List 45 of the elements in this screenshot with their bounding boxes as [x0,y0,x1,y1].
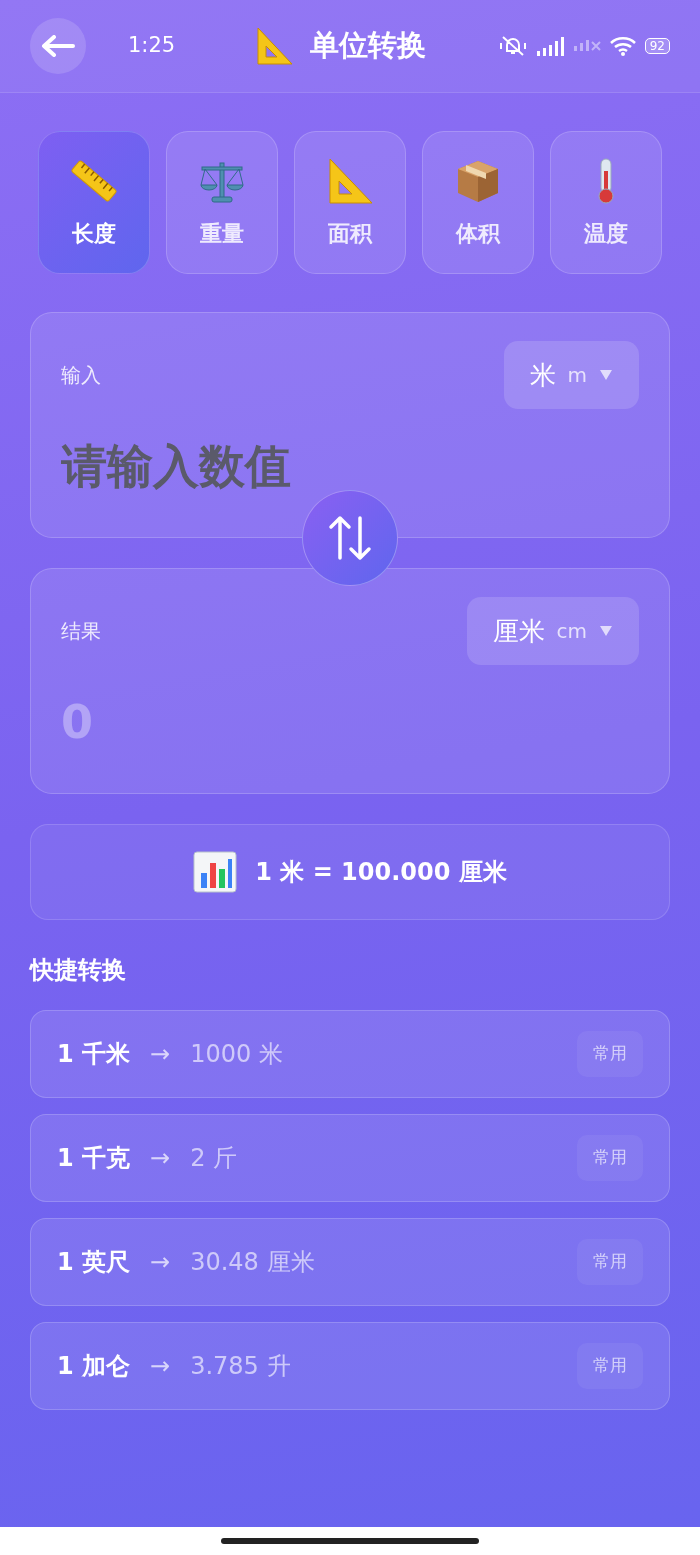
quick-conversion-row[interactable]: 1 加仑 → 3.785 升 常用 [30,1322,670,1410]
arrow-text: → [150,1351,171,1382]
no-signal-icon [572,40,601,52]
category-tab[interactable]: 长度 [38,131,150,274]
section-title: 快捷转换 [30,955,127,986]
swap-arrows-icon [328,514,372,562]
category-tab[interactable]: 温度 [550,131,662,274]
quick-conversion-row[interactable]: 1 英尺 → 30.48 厘米 常用 [30,1218,670,1306]
input-label: 输入 [61,362,101,389]
status-time: 1:25 [128,32,177,60]
conversion-from: 1 千米 [57,1039,131,1070]
wifi-icon [608,35,637,57]
arrow-text: → [150,1039,171,1070]
bar-chart-icon [193,851,238,893]
unit-dropdown[interactable]: 米 m [503,341,639,409]
common-tag: 常用 [577,1343,643,1389]
caret-icon [599,369,613,381]
back-arrow-icon [41,35,75,57]
conversion-to: 30.48 厘米 [190,1247,315,1278]
category-tab[interactable]: 重量 [166,131,278,274]
conversion-from: 1 加仑 [57,1351,131,1382]
caret-icon [599,625,613,637]
common-tag: 常用 [577,1031,643,1077]
rate-text: 1 米 = 100.000 厘米 [255,857,507,888]
conversion-from: 1 英尺 [57,1247,131,1278]
back-button[interactable] [30,18,86,74]
mute-icon [498,35,527,57]
page-title: 单位转换 [310,27,426,65]
conversion-to: 3.785 升 [190,1351,291,1382]
arrow-text: → [150,1143,171,1174]
number-input[interactable]: 请输入数值 [61,431,361,501]
signal-icon [534,35,565,57]
category-tab[interactable]: 面积 [294,131,406,274]
result-label: 结果 [61,618,101,645]
conversion-to: 2 斤 [190,1143,238,1174]
conversion-from: 1 千克 [57,1143,131,1174]
common-tag: 常用 [577,1135,643,1181]
unit-dropdown[interactable]: 厘米 cm [466,597,639,665]
conversion-to: 1000 米 [190,1039,283,1070]
category-tab[interactable]: 体积 [422,131,534,274]
arrow-text: → [150,1247,171,1278]
battery-level: 92 [644,38,670,54]
common-tag: 常用 [577,1239,643,1285]
quick-conversion-row[interactable]: 1 千米 → 1000 米 常用 [30,1010,670,1098]
quick-conversion-row[interactable]: 1 千克 → 2 斤 常用 [30,1114,670,1202]
